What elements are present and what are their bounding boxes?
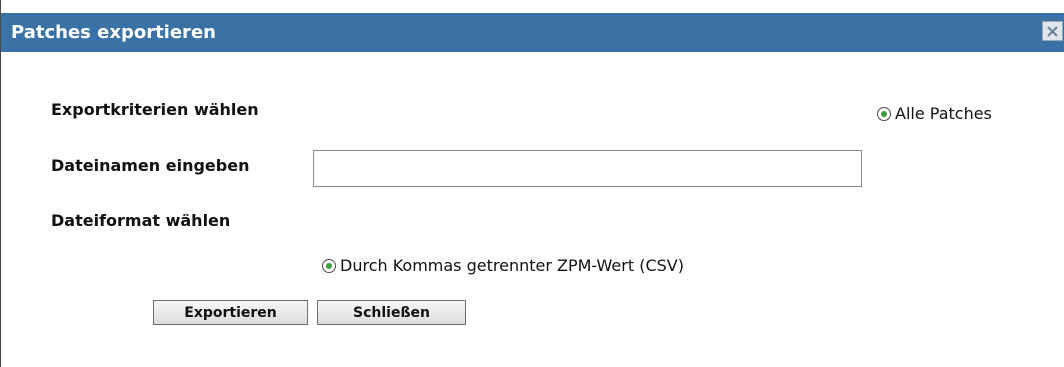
all-patches-option[interactable]: Alle Patches: [877, 104, 992, 123]
filename-input[interactable]: [313, 150, 862, 187]
close-dialog-button[interactable]: Schließen: [317, 300, 466, 325]
file-format-label: Dateiformat wählen: [51, 211, 231, 230]
filename-label: Dateinamen eingeben: [51, 156, 250, 175]
close-icon: [1046, 25, 1059, 38]
export-button[interactable]: Exportieren: [153, 300, 308, 325]
radio-selected-icon[interactable]: [877, 106, 891, 121]
csv-format-label: Durch Kommas getrennter ZPM-Wert (CSV): [340, 256, 684, 275]
close-button[interactable]: [1042, 21, 1063, 41]
export-criteria-label: Exportkriterien wählen: [51, 100, 259, 119]
all-patches-label: Alle Patches: [895, 104, 992, 123]
dialog-titlebar: Patches exportieren: [1, 13, 1064, 52]
csv-format-option[interactable]: Durch Kommas getrennter ZPM-Wert (CSV): [322, 256, 684, 275]
export-patches-dialog: Patches exportieren Exportkriterien wähl…: [0, 0, 1064, 367]
radio-selected-icon[interactable]: [322, 258, 336, 273]
dialog-title: Patches exportieren: [11, 22, 216, 43]
